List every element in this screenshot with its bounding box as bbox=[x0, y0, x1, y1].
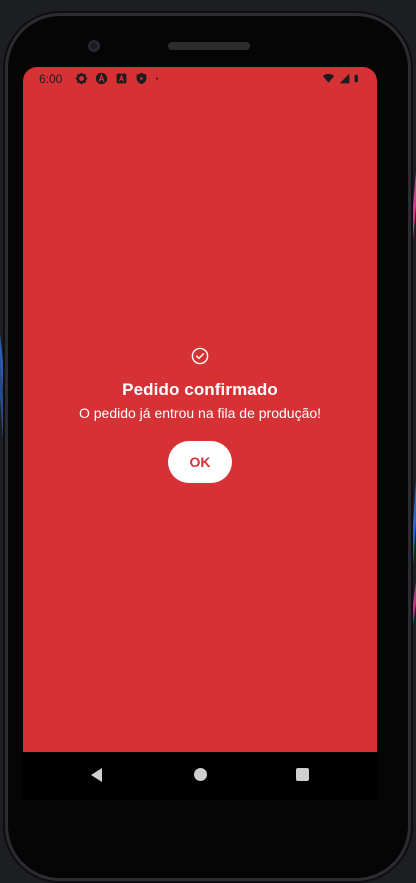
back-icon[interactable] bbox=[91, 768, 102, 782]
recents-icon[interactable] bbox=[296, 768, 309, 781]
front-camera bbox=[88, 40, 100, 52]
a-circle-icon bbox=[95, 72, 108, 85]
a-box-icon bbox=[116, 73, 127, 84]
app-screen: 6:00 Pedido confirmado O pedido já entro… bbox=[23, 67, 377, 752]
gear-icon bbox=[75, 72, 88, 85]
battery-icon bbox=[354, 74, 358, 83]
dot-icon bbox=[156, 77, 158, 80]
signal-icon bbox=[339, 73, 350, 84]
dialog-message: O pedido já entrou na fila de produção! bbox=[78, 405, 322, 421]
dialog-title: Pedido confirmado bbox=[122, 380, 278, 399]
check-circle-icon bbox=[191, 347, 209, 365]
home-icon[interactable] bbox=[194, 768, 207, 781]
play-shield-icon bbox=[136, 72, 147, 85]
system-navigation-bar bbox=[23, 752, 377, 800]
status-notification-icons bbox=[75, 72, 163, 85]
status-bar: 6:00 bbox=[23, 67, 377, 91]
wifi-icon bbox=[322, 73, 335, 83]
order-confirmed-dialog: Pedido confirmado O pedido já entrou na … bbox=[23, 347, 377, 483]
ok-button[interactable]: OK bbox=[168, 441, 232, 483]
status-system-icons bbox=[322, 72, 363, 85]
earpiece-speaker bbox=[168, 42, 250, 50]
status-time: 6:00 bbox=[39, 72, 63, 86]
